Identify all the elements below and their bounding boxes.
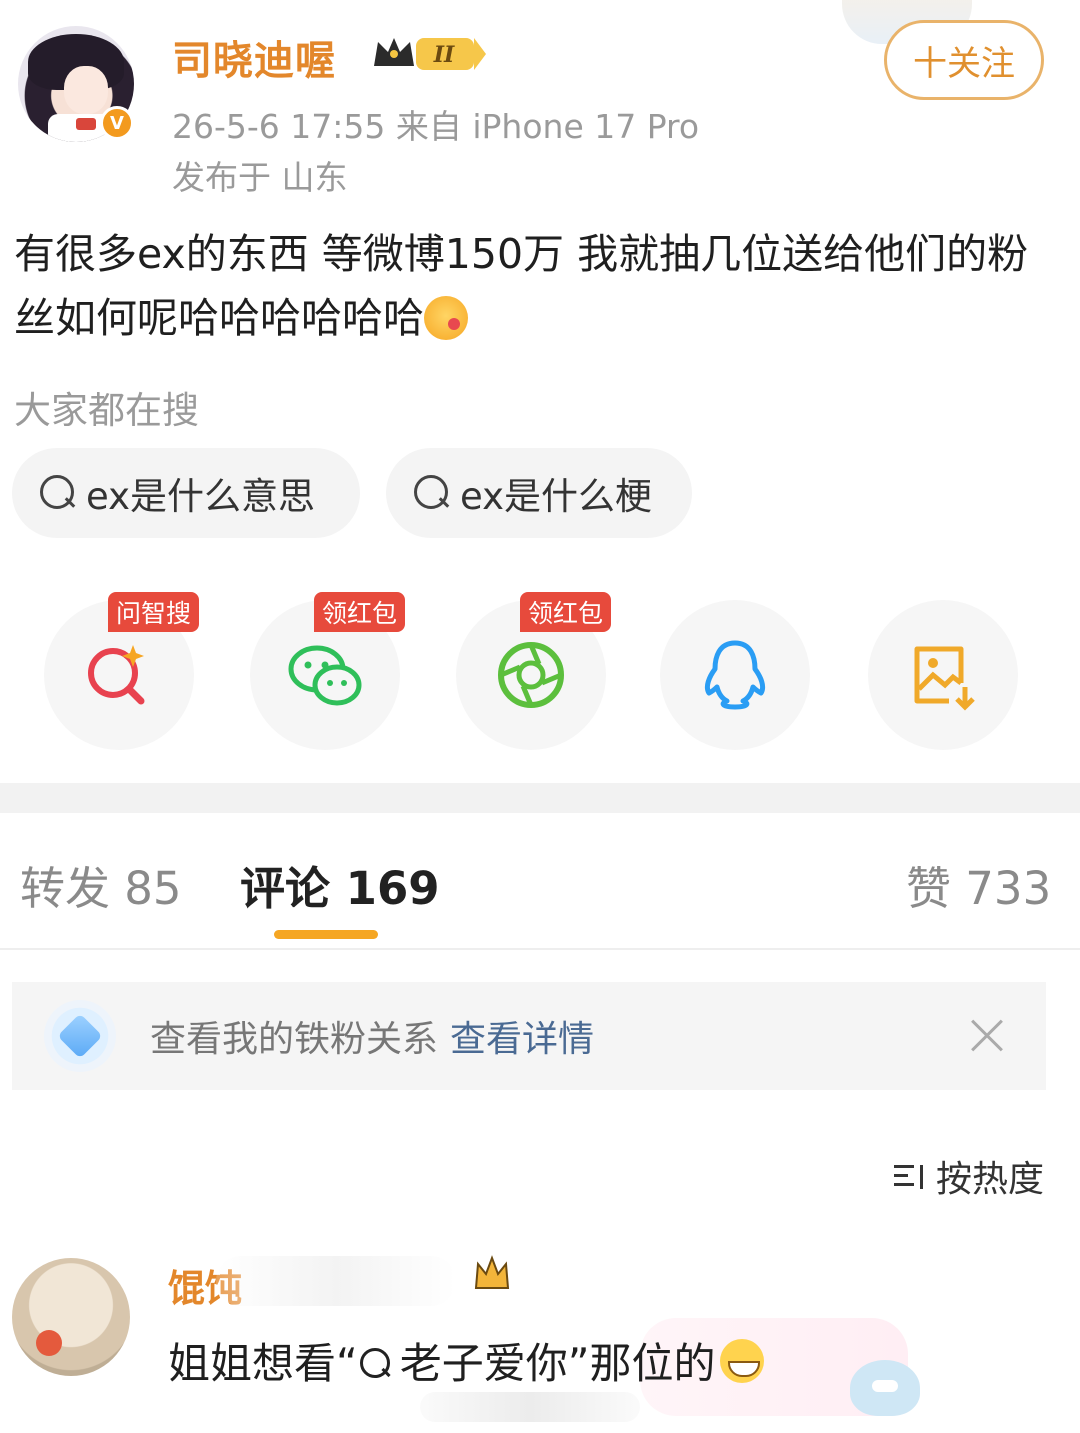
search-chip-label: ex是什么意思 [86, 475, 316, 518]
wechat-icon [288, 645, 362, 706]
fan-relation-link[interactable]: 查看详情 [450, 1010, 594, 1062]
share-wechat-button[interactable]: 领红包 [250, 592, 406, 750]
fan-crown-icon [474, 1255, 510, 1289]
share-tag: 问智搜 [108, 592, 200, 632]
share-moments-button[interactable]: 领红包 [456, 592, 612, 750]
search-icon [40, 475, 76, 511]
search-chip[interactable]: ex是什么意思 [12, 448, 360, 538]
post-time-device: 26-5-6 17:55 来自 iPhone 17 Pro [172, 107, 700, 146]
tab-like[interactable]: 赞 733 [906, 852, 1051, 917]
search-icon [359, 1344, 394, 1378]
post-text: 有很多ex的东西 等微博150万 我就抽几位送给他们的粉丝如何呢哈哈哈哈哈哈 [14, 230, 1029, 342]
sort-button[interactable]: 按热度 [893, 1150, 1044, 1202]
post-body: 有很多ex的东西 等微博150万 我就抽几位送给他们的粉丝如何呢哈哈哈哈哈哈 [14, 222, 1054, 350]
tab-repost[interactable]: 转发 85 [20, 852, 182, 917]
tab-separator [0, 948, 1080, 950]
search-chip-label: ex是什么梗 [460, 475, 653, 518]
comment-search-link[interactable]: 老子爱你 [400, 1330, 568, 1391]
share-qq-button[interactable] [660, 600, 810, 750]
post-location: 发布于 山东 [172, 158, 348, 197]
share-save-image-button[interactable] [868, 600, 1018, 750]
level-badge-text: II [433, 42, 455, 68]
sort-label: 按热度 [935, 1159, 1044, 1200]
blurred-mask [420, 1392, 640, 1422]
commenter-avatar[interactable] [12, 1258, 130, 1376]
crown-level-badge: II [374, 38, 486, 70]
diamond-icon [44, 1000, 116, 1072]
author-name[interactable]: 司晓迪喔 [172, 28, 336, 86]
ai-search-icon [88, 645, 145, 705]
blurred-username-mask [216, 1256, 456, 1306]
save-image-icon [914, 646, 975, 711]
sort-icon [893, 1161, 928, 1191]
share-tag: 领红包 [314, 592, 406, 632]
section-divider [0, 783, 1080, 813]
verified-badge-icon: V [100, 106, 134, 140]
comment-text-before: 姐姐想看“ [168, 1339, 358, 1388]
qq-icon [704, 640, 766, 710]
fan-relation-text: 查看我的铁粉关系 [150, 1019, 439, 1060]
share-tag: 领红包 [520, 592, 612, 632]
follow-label: 十关注 [913, 43, 1015, 84]
kiss-emoji-icon [424, 296, 468, 340]
fan-relation-banner[interactable]: 查看我的铁粉关系 查看详情 [12, 982, 1046, 1090]
search-heading: 大家都在搜 [14, 389, 199, 432]
close-icon[interactable] [966, 1016, 1006, 1056]
moments-icon [498, 642, 564, 708]
follow-button[interactable]: 十关注 [884, 20, 1044, 100]
share-ai-search-button[interactable]: 问智搜 [44, 592, 200, 750]
comment-text: 姐姐想看“ 老子爱你 ”那位的 [168, 1330, 764, 1391]
tab-comment[interactable]: 评论 169 [240, 852, 440, 917]
comment-text-after: ”那位的 [567, 1339, 716, 1388]
search-chip[interactable]: ex是什么梗 [386, 448, 692, 538]
grin-emoji-icon [719, 1338, 764, 1383]
active-tab-indicator [274, 930, 378, 939]
ghost-sticker-icon [850, 1360, 920, 1416]
search-icon [414, 475, 450, 511]
